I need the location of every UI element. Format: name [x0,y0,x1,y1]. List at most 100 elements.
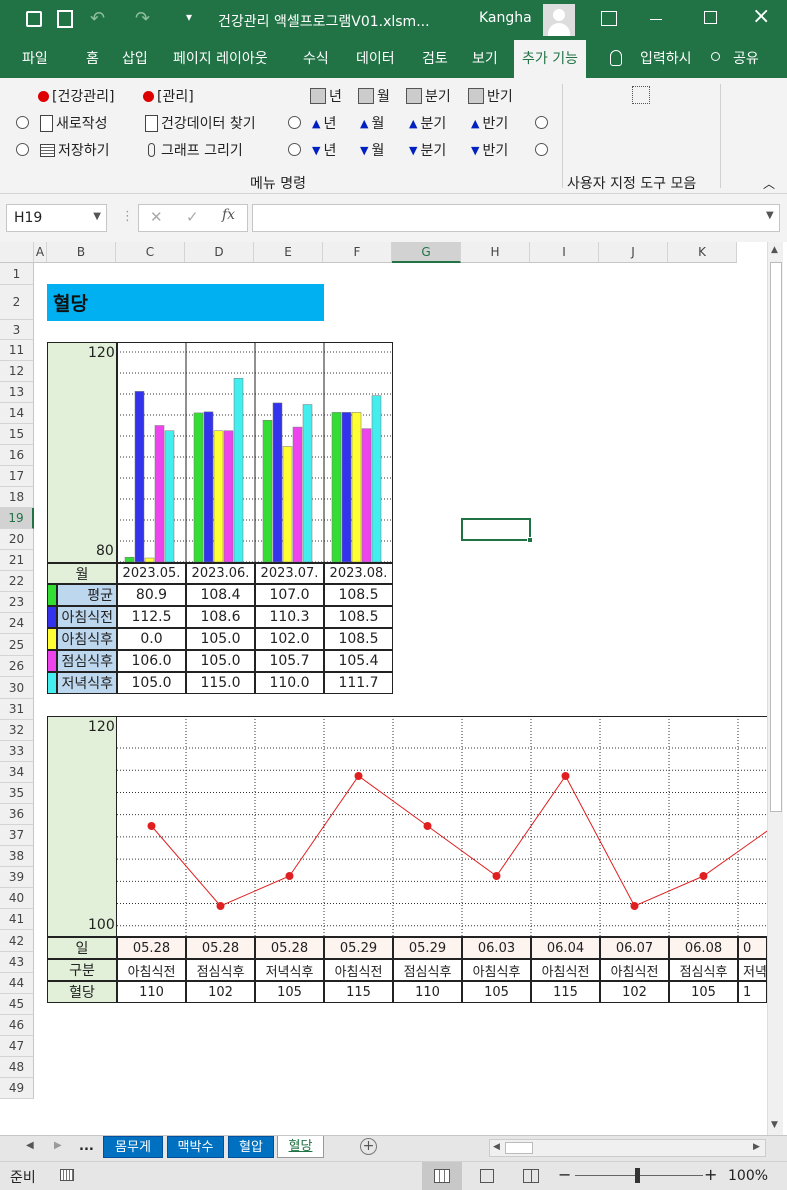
row-header[interactable]: 37 [0,825,34,846]
month-down-button[interactable]: ▼ 월 [360,140,384,160]
maximize-icon[interactable] [704,11,717,24]
print-preview-icon[interactable] [57,10,73,28]
share-icon[interactable] [711,52,720,61]
next-sheet-icon[interactable]: ▶ [54,1140,62,1151]
tab-addins[interactable]: 추가 기능 [514,40,586,78]
column-header-i[interactable]: I [530,242,599,263]
scroll-left-icon[interactable]: ◀ [493,1142,500,1152]
zoom-in-icon[interactable]: + [704,1165,717,1184]
expand-formula-icon[interactable]: ▼ [766,210,774,221]
prev-sheet-icon[interactable]: ◀ [26,1140,34,1151]
sheet-title[interactable]: 혈당 [47,284,324,321]
save-data-button[interactable]: 저장하기 [40,140,110,160]
tab-home[interactable]: 홈 [86,40,99,78]
h-scrollbar-thumb[interactable] [505,1142,533,1154]
tell-me-input[interactable]: 입력하시 [640,40,690,78]
row-header[interactable]: 47 [0,1036,34,1057]
month-up-button[interactable]: ▲ 월 [360,113,384,133]
row-header[interactable]: 17 [0,466,34,487]
customize-qat-icon[interactable]: ▾ [186,10,192,24]
page-break-view-icon[interactable] [523,1169,539,1183]
ribbon-display-icon[interactable] [601,11,617,26]
radio-button[interactable] [535,116,548,129]
avatar[interactable] [543,4,575,36]
row-header[interactable]: 18 [0,487,34,508]
radio-button[interactable] [535,143,548,156]
year-up-button[interactable]: ▲ 년 [312,113,336,133]
row-header[interactable]: 44 [0,973,34,994]
select-all[interactable] [0,242,34,263]
close-icon[interactable]: × [752,4,770,29]
draw-graph-button[interactable]: 그래프 그리기 [145,140,243,160]
row-header[interactable]: 36 [0,804,34,825]
column-header-h[interactable]: H [461,242,530,263]
health-manage-button[interactable]: [건강관리] [38,86,114,106]
row-header[interactable]: 23 [0,592,34,613]
row-header[interactable]: 12 [0,361,34,382]
fill-handle[interactable] [527,537,533,543]
more-sheets[interactable]: ... [79,1139,94,1154]
row-header[interactable]: 16 [0,445,34,466]
sheet-tab-pulse[interactable]: 맥박수 [167,1136,224,1158]
redo-icon[interactable]: ↷ [135,8,150,29]
quarter-view-button[interactable]: 분기 [406,86,451,106]
lightbulb-icon[interactable] [610,50,622,66]
row-header[interactable]: 3 [0,320,34,340]
quarter-up-button[interactable]: ▲ 분기 [409,113,446,133]
row-header[interactable]: 24 [0,613,34,634]
tab-insert[interactable]: 삽입 [122,40,148,78]
row-header[interactable]: 2 [0,285,34,320]
tab-data[interactable]: 데이터 [356,40,395,78]
month-view-button[interactable]: 월 [358,86,390,106]
year-down-button[interactable]: ▼ 년 [312,140,336,160]
column-header-d[interactable]: D [185,242,254,263]
insert-function-icon[interactable]: fx [222,207,235,223]
tab-formulas[interactable]: 수식 [303,40,329,78]
row-header[interactable]: 25 [0,634,34,656]
row-header[interactable]: 39 [0,867,34,888]
radio-button[interactable] [16,143,29,156]
horizontal-scrollbar[interactable]: ◀ ▶ [489,1139,766,1157]
row-header[interactable]: 43 [0,952,34,973]
row-header[interactable]: 32 [0,720,34,741]
row-header[interactable]: 19 [0,508,34,529]
row-header[interactable]: 31 [0,699,34,720]
user-name[interactable]: Kangha [479,10,532,26]
column-header-g[interactable]: G [392,242,461,263]
radio-button[interactable] [16,116,29,129]
row-header[interactable]: 21 [0,550,34,571]
vertical-scrollbar[interactable]: ▲ ▼ [767,242,783,1135]
custom-toolbar-icon[interactable] [632,86,650,104]
radio-button[interactable] [288,116,301,129]
tab-view[interactable]: 보기 [472,40,498,78]
row-header[interactable]: 14 [0,403,34,424]
macro-record-icon[interactable] [60,1169,74,1181]
column-header-a[interactable]: A [34,242,47,263]
column-header-f[interactable]: F [323,242,392,263]
tab-review[interactable]: 검토 [422,40,448,78]
row-header[interactable]: 13 [0,382,34,403]
selected-cell[interactable] [461,518,531,541]
minimize-icon[interactable] [650,19,662,20]
row-header[interactable]: 1 [0,263,34,285]
row-header[interactable]: 26 [0,656,34,677]
share-button[interactable]: 공유 [733,40,759,78]
collapse-ribbon-icon[interactable]: ︿ [763,175,775,192]
page-layout-view-icon[interactable] [480,1169,494,1183]
row-header[interactable]: 30 [0,677,34,699]
sheet-tab-blood-pressure[interactable]: 혈압 [228,1136,274,1158]
undo-icon[interactable]: ↶ [90,8,105,29]
manage-button[interactable]: [관리] [143,86,194,106]
scroll-right-icon[interactable]: ▶ [753,1142,760,1152]
row-header[interactable]: 48 [0,1057,34,1078]
half-down-button[interactable]: ▼ 반기 [471,140,508,160]
new-button[interactable]: 새로작성 [40,113,108,133]
tab-page-layout[interactable]: 페이지 레이아웃 [173,40,268,78]
column-header-c[interactable]: C [116,242,185,263]
row-header[interactable]: 40 [0,888,34,909]
cancel-icon[interactable]: ✕ [150,208,163,226]
row-header[interactable]: 20 [0,529,34,550]
add-sheet-icon[interactable]: + [360,1138,377,1155]
row-header[interactable]: 15 [0,424,34,445]
formula-input[interactable] [252,204,780,232]
